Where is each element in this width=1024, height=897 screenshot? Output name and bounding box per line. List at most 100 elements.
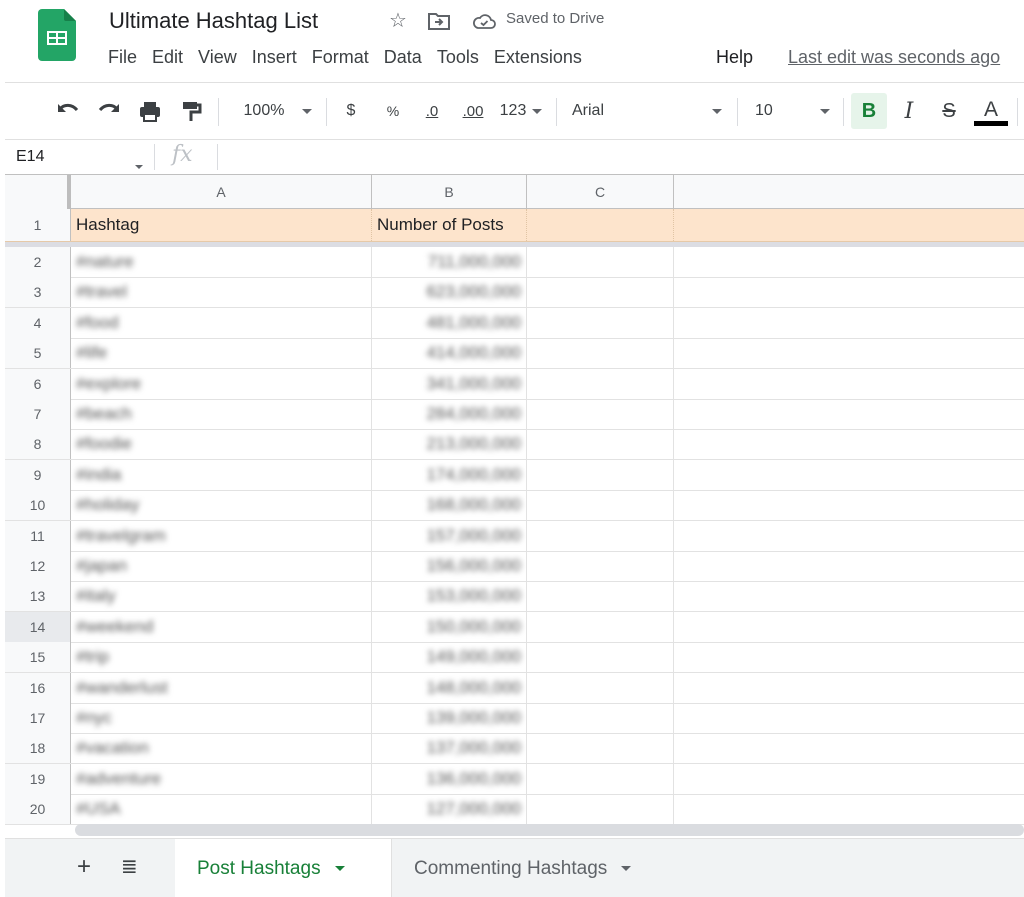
menu-help[interactable]: Help — [716, 47, 753, 68]
row-header[interactable]: 3 — [5, 277, 71, 308]
menu-insert[interactable]: Insert — [252, 47, 297, 73]
undo-icon[interactable] — [54, 96, 82, 126]
chevron-down-icon[interactable] — [621, 866, 632, 871]
cell-empty[interactable] — [527, 703, 674, 733]
cloud-saved-icon[interactable] — [472, 12, 496, 30]
currency-format-button[interactable]: $ — [340, 96, 362, 126]
menu-format[interactable]: Format — [312, 47, 369, 73]
font-dropdown-icon[interactable] — [708, 96, 726, 126]
row-header[interactable]: 17 — [5, 703, 71, 733]
cell-empty[interactable] — [527, 429, 674, 460]
cell-number-of-posts[interactable]: 139,000,000 — [372, 703, 527, 733]
menu-view[interactable]: View — [198, 47, 237, 73]
cell-empty[interactable] — [527, 368, 674, 399]
cell-number-of-posts[interactable]: 157,000,000 — [372, 520, 527, 551]
cell-hashtag[interactable]: #vacation — [71, 733, 372, 764]
cell-empty[interactable] — [527, 551, 674, 581]
cell-hashtag[interactable]: #beach — [71, 399, 372, 429]
row-header[interactable]: 12 — [5, 551, 71, 581]
row-header[interactable]: 14 — [5, 611, 71, 642]
cell-empty[interactable] — [527, 277, 674, 308]
row-header[interactable]: 7 — [5, 399, 71, 429]
cell-number-of-posts[interactable]: 623,000,000 — [372, 277, 527, 308]
cell-hashtag[interactable]: #nature — [71, 247, 372, 277]
cell-number-of-posts[interactable]: 127,000,000 — [372, 794, 527, 825]
sheets-logo-icon[interactable] — [38, 9, 76, 61]
cell-empty[interactable] — [527, 581, 674, 612]
cell-hashtag[interactable]: #japan — [71, 551, 372, 581]
row-header[interactable]: 1 — [5, 209, 71, 241]
cell-number-of-posts[interactable]: 168,000,000 — [372, 490, 527, 521]
menu-tools[interactable]: Tools — [437, 47, 479, 73]
menu-data[interactable]: Data — [384, 47, 422, 73]
row-header[interactable]: 6 — [5, 368, 71, 399]
italic-button[interactable]: I — [896, 96, 922, 126]
menu-edit[interactable]: Edit — [152, 47, 183, 73]
font-family-select[interactable]: Arial — [572, 96, 626, 126]
cell-number-of-posts[interactable]: 149,000,000 — [372, 642, 527, 673]
star-icon[interactable]: ☆ — [386, 9, 410, 33]
percent-format-button[interactable]: % — [382, 96, 404, 126]
row-header[interactable]: 16 — [5, 672, 71, 703]
cell-hashtag[interactable]: #weekend — [71, 611, 372, 642]
font-size-select[interactable]: 10 — [755, 96, 783, 126]
document-title[interactable]: Ultimate Hashtag List — [109, 8, 318, 34]
all-sheets-menu-icon[interactable]: ≣ — [121, 854, 138, 879]
cell-hashtag[interactable]: #holiday — [71, 490, 372, 521]
cell-number-of-posts[interactable]: 341,000,000 — [372, 368, 527, 399]
font-size-dropdown-icon[interactable] — [816, 96, 834, 126]
more-formats-dropdown-icon[interactable] — [530, 96, 544, 126]
cell-hashtag[interactable]: #wanderlust — [71, 672, 372, 703]
print-icon[interactable] — [136, 96, 164, 126]
cell-empty[interactable] — [527, 399, 674, 429]
cell-hashtag[interactable]: #nyc — [71, 703, 372, 733]
move-to-folder-icon[interactable] — [428, 12, 450, 30]
cell-hashtag[interactable]: #trip — [71, 642, 372, 673]
zoom-select[interactable]: 100% — [236, 96, 292, 126]
row-header[interactable]: 4 — [5, 307, 71, 338]
chevron-down-icon[interactable] — [334, 866, 345, 871]
cell-empty[interactable] — [527, 247, 674, 277]
sheet-tab-post-hashtags[interactable]: Post Hashtags — [175, 839, 391, 897]
cell-hashtag[interactable]: #USA — [71, 794, 372, 825]
cell-hashtag[interactable]: #travelgram — [71, 520, 372, 551]
bold-button[interactable]: B — [851, 93, 887, 129]
cell-hashtag[interactable]: #foodie — [71, 429, 372, 460]
horizontal-scrollbar[interactable] — [75, 824, 1024, 836]
cell-number-of-posts[interactable]: 150,000,000 — [372, 611, 527, 642]
menu-extensions[interactable]: Extensions — [494, 47, 582, 73]
cell-empty[interactable] — [527, 338, 674, 369]
zoom-dropdown-icon[interactable] — [298, 96, 316, 126]
cell-number-of-posts[interactable]: 136,000,000 — [372, 763, 527, 794]
cell-empty[interactable] — [527, 307, 674, 338]
cell-number-of-posts[interactable]: 213,000,000 — [372, 429, 527, 460]
cell-number-of-posts[interactable]: 153,000,000 — [372, 581, 527, 612]
row-header[interactable]: 15 — [5, 642, 71, 673]
cell-empty[interactable] — [527, 520, 674, 551]
cell-number-of-posts[interactable]: 481,000,000 — [372, 307, 527, 338]
menu-file[interactable]: File — [108, 47, 137, 73]
row-header[interactable]: 11 — [5, 520, 71, 551]
cell-empty[interactable] — [527, 611, 674, 642]
row-header[interactable]: 20 — [5, 794, 71, 825]
row-header[interactable]: 10 — [5, 490, 71, 521]
row-header[interactable]: 8 — [5, 429, 71, 460]
cell-number-of-posts[interactable]: 174,000,000 — [372, 459, 527, 490]
cell-number-of-posts[interactable]: 156,000,000 — [372, 551, 527, 581]
cell-number-of-posts[interactable]: 284,000,000 — [372, 399, 527, 429]
row-header[interactable]: 2 — [5, 247, 71, 277]
cell-hashtag[interactable]: #italy — [71, 581, 372, 612]
cell-number-of-posts[interactable]: 711,000,000 — [372, 247, 527, 277]
formula-input[interactable] — [225, 144, 1015, 170]
text-color-button[interactable]: A — [974, 98, 1008, 126]
cell-hashtag[interactable]: #explore — [71, 368, 372, 399]
redo-icon[interactable] — [95, 96, 123, 126]
decrease-decimal-button[interactable]: .0 — [418, 96, 446, 126]
row-header[interactable]: 19 — [5, 763, 71, 794]
cell-hashtag[interactable]: #food — [71, 307, 372, 338]
more-formats-button[interactable]: 123 — [496, 96, 530, 126]
cell-empty[interactable] — [527, 459, 674, 490]
cell-empty[interactable] — [527, 733, 674, 764]
header-cell-number-of-posts[interactable]: Number of Posts — [372, 209, 527, 241]
column-header-b[interactable]: B — [372, 175, 527, 209]
